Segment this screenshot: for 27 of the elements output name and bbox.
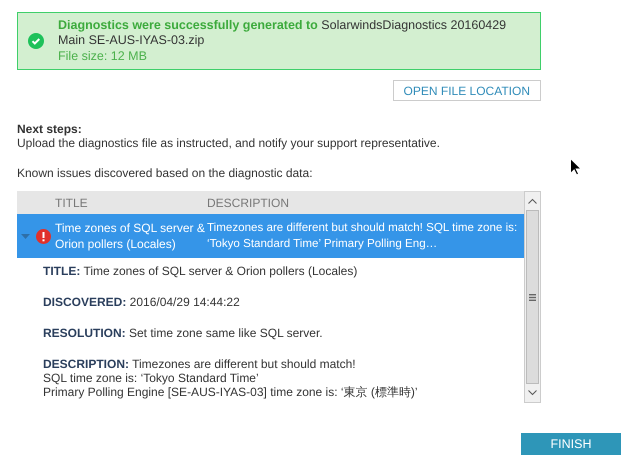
scroll-down-icon <box>528 390 537 396</box>
table-cell-text: Time zones of SQL server & Orion pollers (Locales) <box>55 220 206 252</box>
caret-down-icon[interactable] <box>21 232 30 240</box>
detail-text: Primary Polling Engine [SE-AUS-IYAS-03] time zone is: ‘東京 (標準時)’ <box>43 385 419 399</box>
scroll-up-icon <box>528 198 537 204</box>
next-steps-text: Upload the diagnostics file as instructed, and notify your support representative. <box>17 136 440 151</box>
scrollbar[interactable] <box>524 191 541 403</box>
table-cell-text: Timezones are different but should match! SQL time zone is: ‘Tokyo Standard Time’ Primary Polling Eng… <box>207 220 518 252</box>
table-row[interactable]: Time zones of SQL server & Orion pollers (Locales) Timezones are different but should match! SQL time zone is: ‘Tokyo Standard Time’ Primary Polling Eng… <box>17 214 524 258</box>
success-message: Diagnostics were successfully generated to SolarwindsDiagnostics 20160429 Main SE-AUS-IYAS-03.zip <box>58 18 508 48</box>
detail-text: DISCOVERED: 2016/04/29 14:44:22 <box>43 295 241 309</box>
detail-text: RESOLUTION: Set time zone same like SQL server. <box>43 326 324 340</box>
column-header: DESCRIPTION <box>207 196 290 210</box>
scrollbar-thumb[interactable] <box>526 210 539 384</box>
finish-button[interactable]: FINISH <box>521 433 621 455</box>
issues-intro-text: Known issues discovered based on the diagnostic data: <box>17 166 313 181</box>
next-steps-heading: Next steps: <box>17 122 82 136</box>
check-circle-icon <box>28 33 44 49</box>
mouse-cursor-icon <box>570 158 581 175</box>
detail-text: SQL time zone is: ‘Tokyo Standard Time’ <box>43 371 260 385</box>
column-header: TITLE <box>55 196 89 210</box>
file-size-text: File size: 12 MB <box>58 49 148 64</box>
error-icon <box>36 228 51 244</box>
detail-text: DESCRIPTION: Timezones are different but should match! <box>43 357 357 371</box>
detail-text: TITLE: Time zones of SQL server & Orion pollers (Locales) <box>43 264 358 278</box>
open-file-location-button[interactable]: OPEN FILE LOCATION <box>392 80 541 101</box>
grip-icon <box>529 294 536 300</box>
